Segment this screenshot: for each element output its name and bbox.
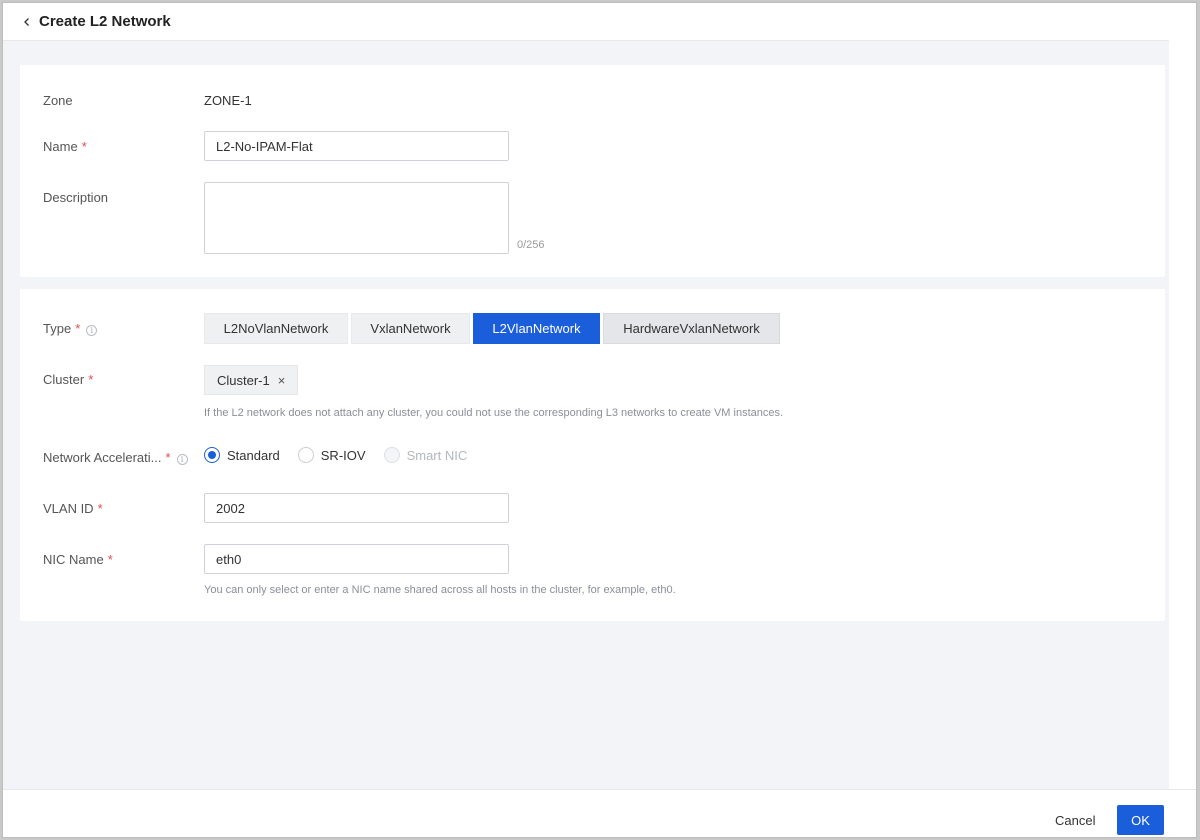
network-settings-card: Type * i L2NoVlanNetwork VxlanNetwork L2Vl… — [20, 289, 1165, 621]
radio-sr-iov[interactable]: SR-IOV — [297, 447, 366, 463]
type-option-l2vlan[interactable]: L2VlanNetwork — [473, 313, 600, 344]
nic-name-input[interactable] — [204, 544, 509, 574]
required-mark: * — [165, 450, 171, 465]
info-icon[interactable]: i — [86, 325, 98, 336]
network-acceleration-radio-group: Standard SR-IOV Smart NIC — [204, 447, 485, 463]
page-header: Create L2 Network — [3, 3, 1169, 41]
ok-button[interactable]: OK — [1117, 805, 1164, 835]
back-chevron-icon[interactable] — [19, 14, 35, 30]
cluster-hint: If the L2 network does not attach any cl… — [204, 407, 784, 419]
type-option-hardware-vxlan[interactable]: HardwareVxlanNetwork — [603, 313, 780, 344]
radio-sr-iov-label: SR-IOV — [320, 447, 366, 463]
description-textarea[interactable] — [204, 182, 509, 254]
name-label: Name * — [43, 139, 87, 154]
radio-checked-icon — [204, 447, 220, 463]
required-mark: * — [88, 372, 94, 387]
info-icon[interactable]: i — [176, 454, 188, 465]
required-mark: * — [97, 501, 103, 516]
cluster-tag[interactable]: Cluster-1 × — [204, 365, 299, 395]
name-input[interactable] — [204, 131, 509, 161]
cluster-label: Cluster * — [43, 372, 94, 387]
zone-label: Zone — [43, 93, 73, 108]
network-acceleration-label: Network Accelerati... * i — [43, 449, 188, 467]
description-label: Description — [43, 190, 109, 205]
dialog-footer: Cancel OK — [3, 789, 1196, 837]
close-icon[interactable]: × — [278, 374, 286, 387]
required-mark: * — [81, 139, 87, 154]
type-option-l2novlan[interactable]: L2NoVlanNetwork — [204, 313, 348, 344]
nic-name-label: NIC Name * — [43, 552, 113, 567]
radio-disabled-icon — [383, 447, 400, 463]
nic-name-hint: You can only select or enter a NIC name … — [204, 584, 676, 596]
dialog-frame: Create L2 Network Zone ZONE-1 Name* Desc… — [2, 2, 1197, 838]
description-counter: 0/256 — [517, 239, 545, 251]
radio-smart-nic: Smart NIC — [383, 447, 468, 463]
radio-smart-nic-label: Smart NIC — [406, 447, 468, 463]
type-label: Type * i — [43, 320, 98, 338]
vlan-id-input[interactable] — [204, 493, 509, 523]
required-mark: * — [75, 321, 81, 336]
zone-value: ZONE-1 — [204, 93, 252, 108]
type-option-vxlan[interactable]: VxlanNetwork — [351, 313, 470, 344]
type-selector: L2NoVlanNetwork VxlanNetwork L2VlanNetwo… — [204, 313, 780, 344]
cluster-tag-label: Cluster-1 — [217, 372, 270, 388]
radio-unchecked-icon — [297, 447, 314, 463]
scroll-gutter — [1169, 3, 1196, 789]
radio-standard-label: Standard — [227, 447, 280, 463]
radio-standard[interactable]: Standard — [204, 447, 280, 463]
cancel-button[interactable]: Cancel — [1043, 805, 1107, 835]
basic-info-card: Zone ZONE-1 Name* Description 0/256 — [20, 65, 1165, 277]
page-title: Create L2 Network — [39, 13, 171, 30]
required-mark: * — [107, 552, 113, 567]
vlan-id-label: VLAN ID * — [43, 501, 103, 516]
